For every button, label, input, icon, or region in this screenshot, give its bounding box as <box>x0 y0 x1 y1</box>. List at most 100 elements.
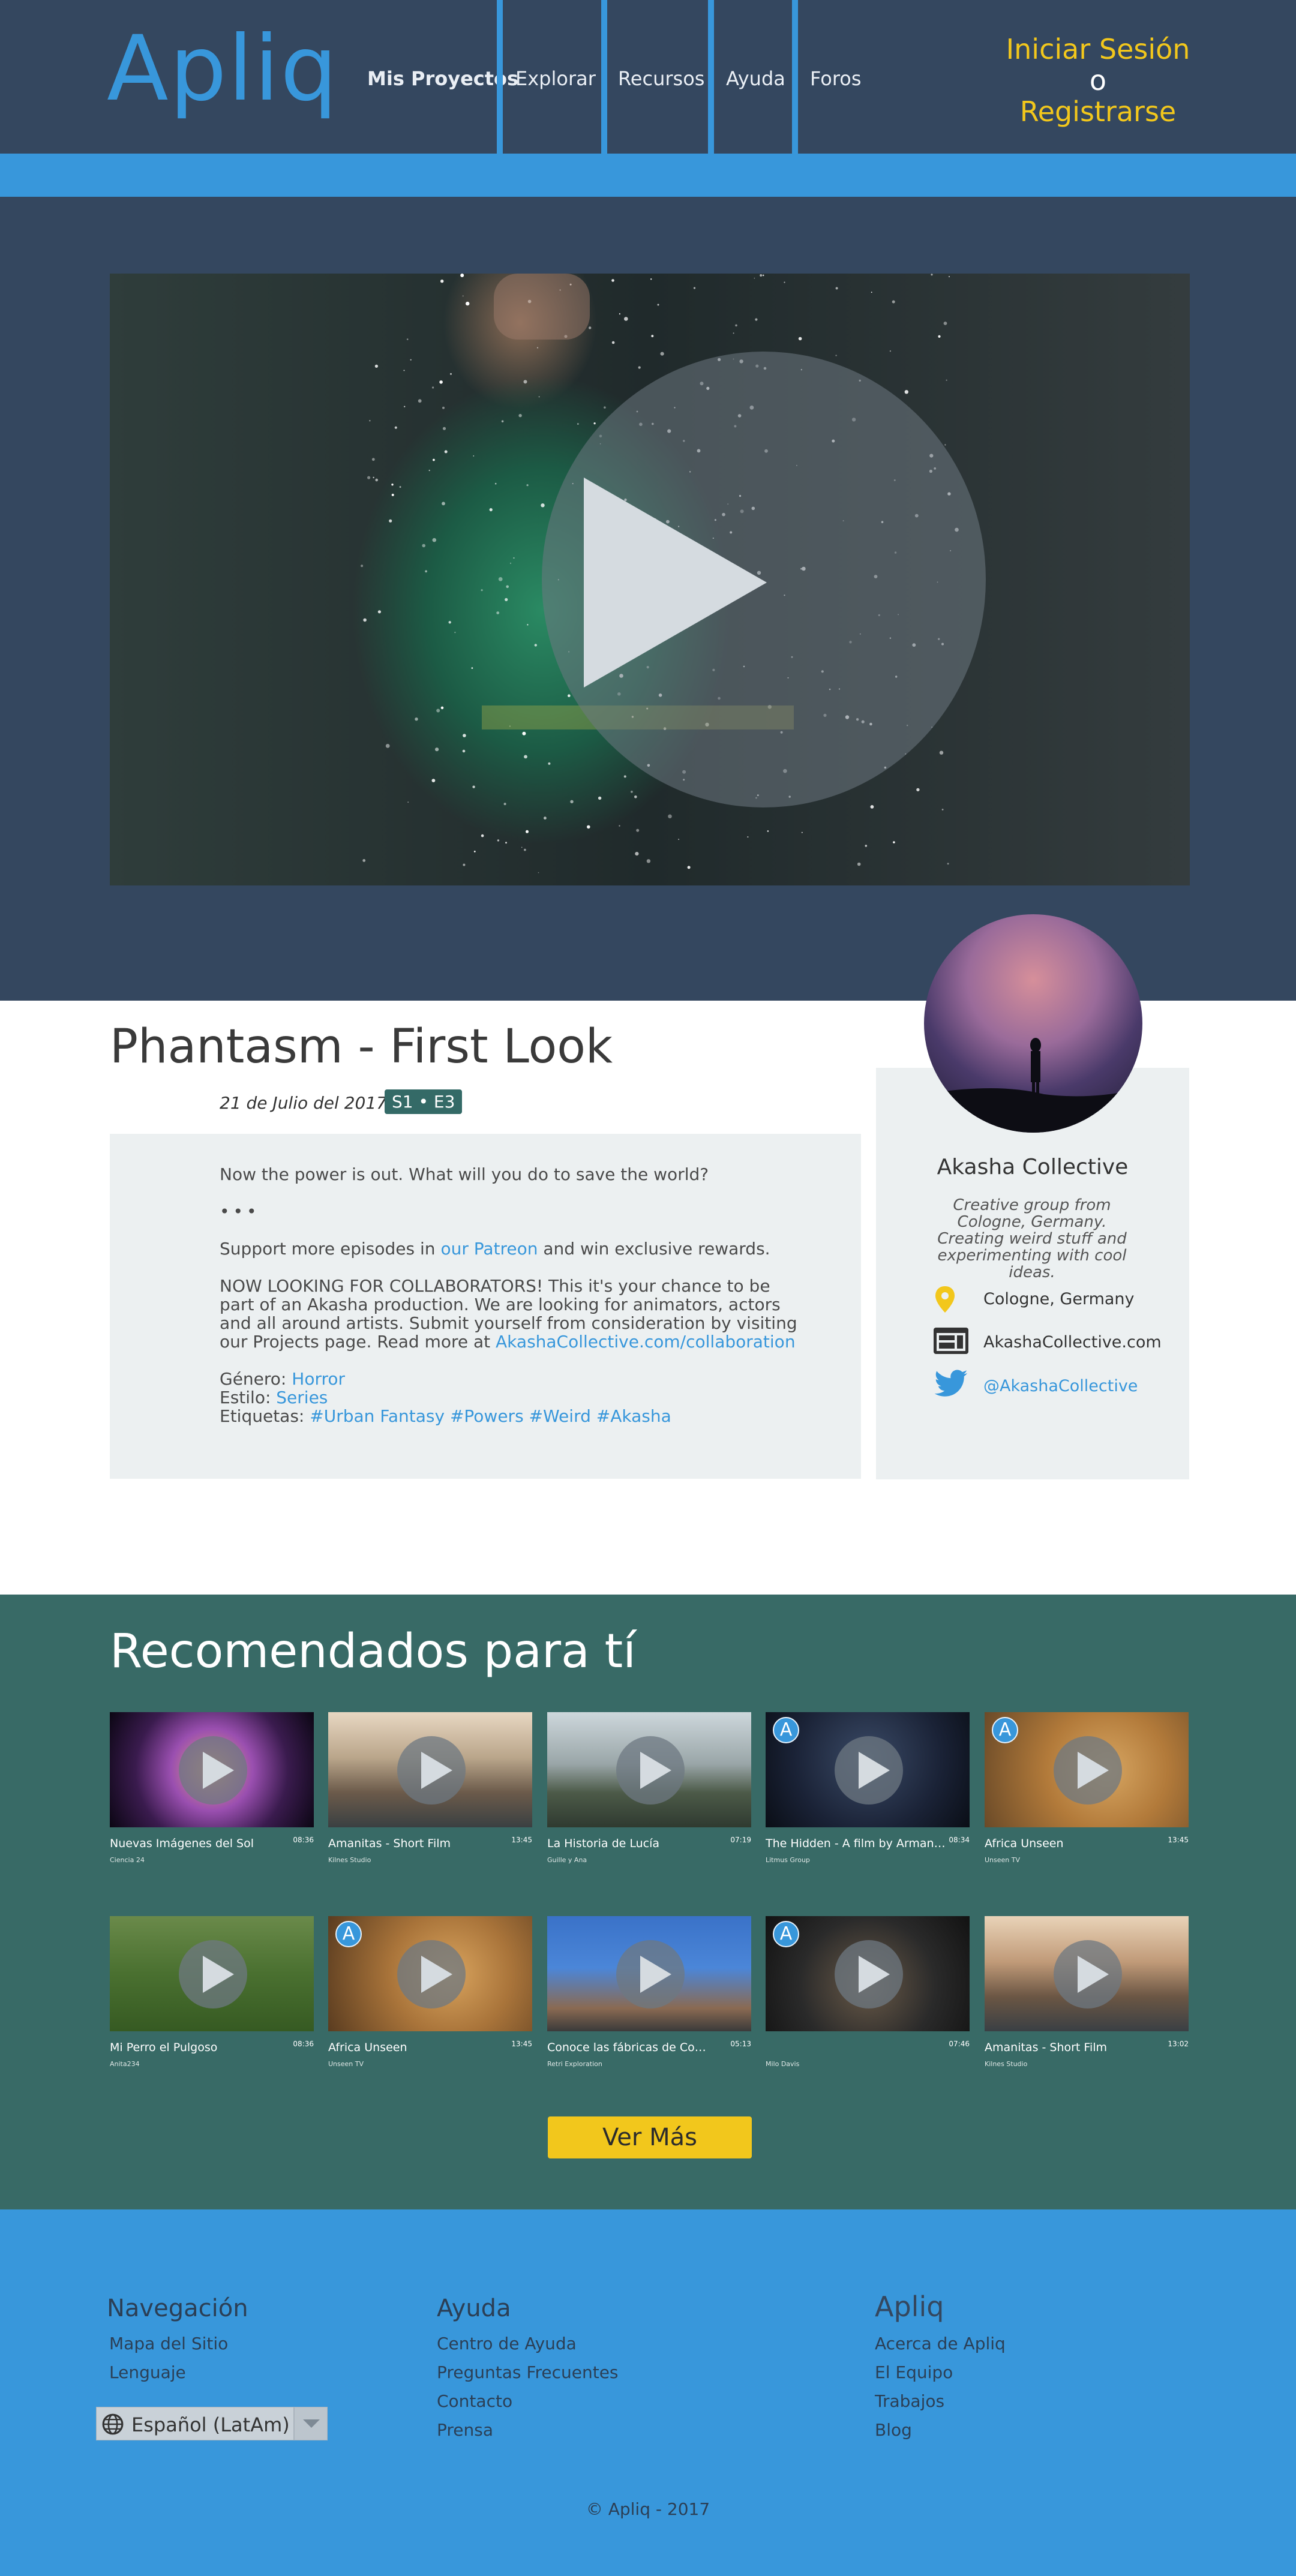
video-thumbnail[interactable] <box>110 1916 314 2031</box>
footer-link-sitemap[interactable]: Mapa del Sitio <box>109 2334 228 2353</box>
video-thumbnail[interactable] <box>110 1712 314 1827</box>
video-author[interactable]: Unseen TV <box>328 2060 364 2068</box>
video-thumbnail[interactable] <box>547 1916 751 2031</box>
tags-links[interactable]: #Urban Fantasy #Powers #Weird #Akasha <box>310 1406 671 1426</box>
register-link[interactable]: Registrarse <box>996 96 1200 127</box>
chevron-down-icon[interactable] <box>293 2407 327 2440</box>
video-author[interactable]: Kilnes Studio <box>328 1856 371 1864</box>
video-card[interactable]: Mi Perro el Pulgoso 08:36 Anita234 <box>110 1916 314 2068</box>
video-title[interactable]: La Historia de Lucía <box>547 1837 727 1850</box>
video-duration: 13:45 <box>511 1836 532 1844</box>
footer-link-faq[interactable]: Preguntas Frecuentes <box>437 2362 619 2382</box>
nav-foros[interactable]: Foros <box>810 67 862 90</box>
footer-link-press[interactable]: Prensa <box>437 2420 493 2440</box>
logo[interactable]: Apliq <box>107 24 338 114</box>
video-author[interactable]: Unseen TV <box>985 1856 1020 1864</box>
video-author[interactable]: Kilnes Studio <box>985 2060 1027 2068</box>
video-title[interactable]: The Hidden - A film by Arman… <box>766 1837 946 1850</box>
play-icon <box>1078 1956 1109 1993</box>
nav-ayuda[interactable]: Ayuda <box>726 67 785 90</box>
video-author[interactable]: Anita234 <box>110 2060 140 2068</box>
language-select[interactable]: Español (LatAm) <box>96 2407 328 2440</box>
genre-link[interactable]: Horror <box>292 1369 345 1389</box>
video-title[interactable]: Africa Unseen <box>985 1837 1165 1850</box>
site-footer <box>0 2209 1296 2576</box>
video-card[interactable]: Nuevas Imágenes del Sol 08:36 Ciencia 24 <box>110 1712 314 1864</box>
play-icon <box>640 1752 671 1789</box>
video-duration: 08:34 <box>949 1836 970 1844</box>
see-more-button[interactable]: Ver Más <box>548 2116 752 2158</box>
video-author[interactable]: Ciencia 24 <box>110 1856 145 1864</box>
nav-divider <box>792 0 798 154</box>
video-card[interactable]: La Historia de Lucía 07:19 Guille y Ana <box>547 1712 751 1864</box>
description-separator: ••• <box>220 1202 260 1221</box>
twitter-handle[interactable]: @AkashaCollective <box>983 1377 1138 1395</box>
nav-divider <box>497 0 503 154</box>
tags-row: Etiquetas: #Urban Fantasy #Powers #Weird… <box>220 1407 801 1425</box>
recommendations-title: Recomendados para tí <box>110 1625 636 1679</box>
auth-links: Iniciar Sesión o Registrarse <box>996 34 1200 127</box>
video-title[interactable]: Conoce las fábricas de Co… <box>547 2041 727 2054</box>
video-author[interactable]: Litmus Group <box>766 1856 810 1864</box>
video-thumbnail[interactable] <box>328 1712 532 1827</box>
apliq-badge-icon: A <box>992 1717 1018 1743</box>
video-card[interactable]: A Africa Unseen 13:45 Unseen TV <box>985 1712 1189 1864</box>
video-card[interactable]: Amanitas - Short Film 13:02 Kilnes Studio <box>985 1916 1189 2068</box>
footer-link-help-center[interactable]: Centro de Ayuda <box>437 2334 577 2353</box>
video-title[interactable]: Africa Unseen <box>328 2041 508 2054</box>
video-thumbnail[interactable] <box>547 1712 751 1827</box>
location-text: Cologne, Germany <box>983 1290 1135 1308</box>
video-thumbnail[interactable]: A <box>766 1916 970 2031</box>
video-thumbnail[interactable]: A <box>766 1712 970 1827</box>
video-author[interactable]: Milo Davis <box>766 2060 799 2068</box>
tags-label: Etiquetas: <box>220 1406 310 1426</box>
video-duration: 13:45 <box>511 2040 532 2048</box>
support-suffix: and win exclusive rewards. <box>538 1239 770 1259</box>
video-author[interactable]: Guille y Ana <box>547 1856 587 1864</box>
nav-explorar[interactable]: Explorar <box>515 67 596 90</box>
location-pin-icon <box>935 1286 955 1313</box>
video-card[interactable]: A The Hidden - A film by Arman… 08:34 Litmu… <box>766 1712 970 1864</box>
footer-link-contact[interactable]: Contacto <box>437 2391 512 2411</box>
project-description: Now the power is out. What will you do t… <box>110 1134 861 1479</box>
description-line: Now the power is out. What will you do t… <box>220 1164 709 1184</box>
footer-link-team[interactable]: El Equipo <box>875 2362 953 2382</box>
login-link[interactable]: Iniciar Sesión <box>996 34 1200 65</box>
play-icon <box>203 1752 234 1789</box>
website-text[interactable]: AkashaCollective.com <box>983 1333 1162 1352</box>
video-card[interactable]: A Africa Unseen 13:45 Unseen TV <box>328 1916 532 2068</box>
video-title[interactable]: Mi Perro el Pulgoso <box>110 2041 290 2054</box>
video-title[interactable]: Amanitas - Short Film <box>328 1837 508 1850</box>
video-player[interactable] <box>110 274 1190 885</box>
footer-help-title: Ayuda <box>437 2295 511 2322</box>
video-card[interactable]: Amanitas - Short Film 13:45 Kilnes Studio <box>328 1712 532 1864</box>
play-icon <box>421 1752 452 1789</box>
video-card[interactable]: Conoce las fábricas de Co… 05:13 Retri Exp… <box>547 1916 751 2068</box>
video-duration: 05:13 <box>730 2040 751 2048</box>
video-thumbnail[interactable]: A <box>985 1712 1189 1827</box>
play-icon <box>859 1752 890 1789</box>
video-author[interactable]: Retri Exploration <box>547 2060 602 2068</box>
play-icon <box>421 1956 452 1993</box>
footer-link-jobs[interactable]: Trabajos <box>875 2391 944 2411</box>
apliq-badge-icon: A <box>773 1717 799 1743</box>
creator-avatar[interactable] <box>924 914 1142 1133</box>
video-card[interactable]: A 07:46 Milo Davis <box>766 1916 970 2068</box>
globe-icon <box>102 2413 124 2435</box>
nav-recursos[interactable]: Recursos <box>618 67 704 90</box>
video-thumbnail[interactable]: A <box>328 1916 532 2031</box>
footer-link-blog[interactable]: Blog <box>875 2420 912 2440</box>
collab-link[interactable]: AkashaCollective.com/collaboration <box>496 1332 796 1352</box>
video-title[interactable]: Nuevas Imágenes del Sol <box>110 1837 290 1850</box>
video-thumbnail[interactable] <box>985 1916 1189 2031</box>
style-link[interactable]: Series <box>276 1388 328 1407</box>
patreon-link[interactable]: our Patreon <box>440 1239 538 1259</box>
creator-name[interactable]: Akasha Collective <box>876 1155 1189 1179</box>
video-title[interactable]: Amanitas - Short Film <box>985 2041 1165 2054</box>
creator-bio: Creative group from Cologne, Germany. Cr… <box>937 1196 1127 1281</box>
footer-link-language[interactable]: Lenguaje <box>109 2362 186 2382</box>
copyright: © Apliq - 2017 <box>586 2499 710 2519</box>
footer-link-about[interactable]: Acerca de Apliq <box>875 2334 1006 2353</box>
video-duration: 13:45 <box>1168 1836 1189 1844</box>
nav-mis-proyectos[interactable]: Mis Proyectos <box>367 67 518 90</box>
